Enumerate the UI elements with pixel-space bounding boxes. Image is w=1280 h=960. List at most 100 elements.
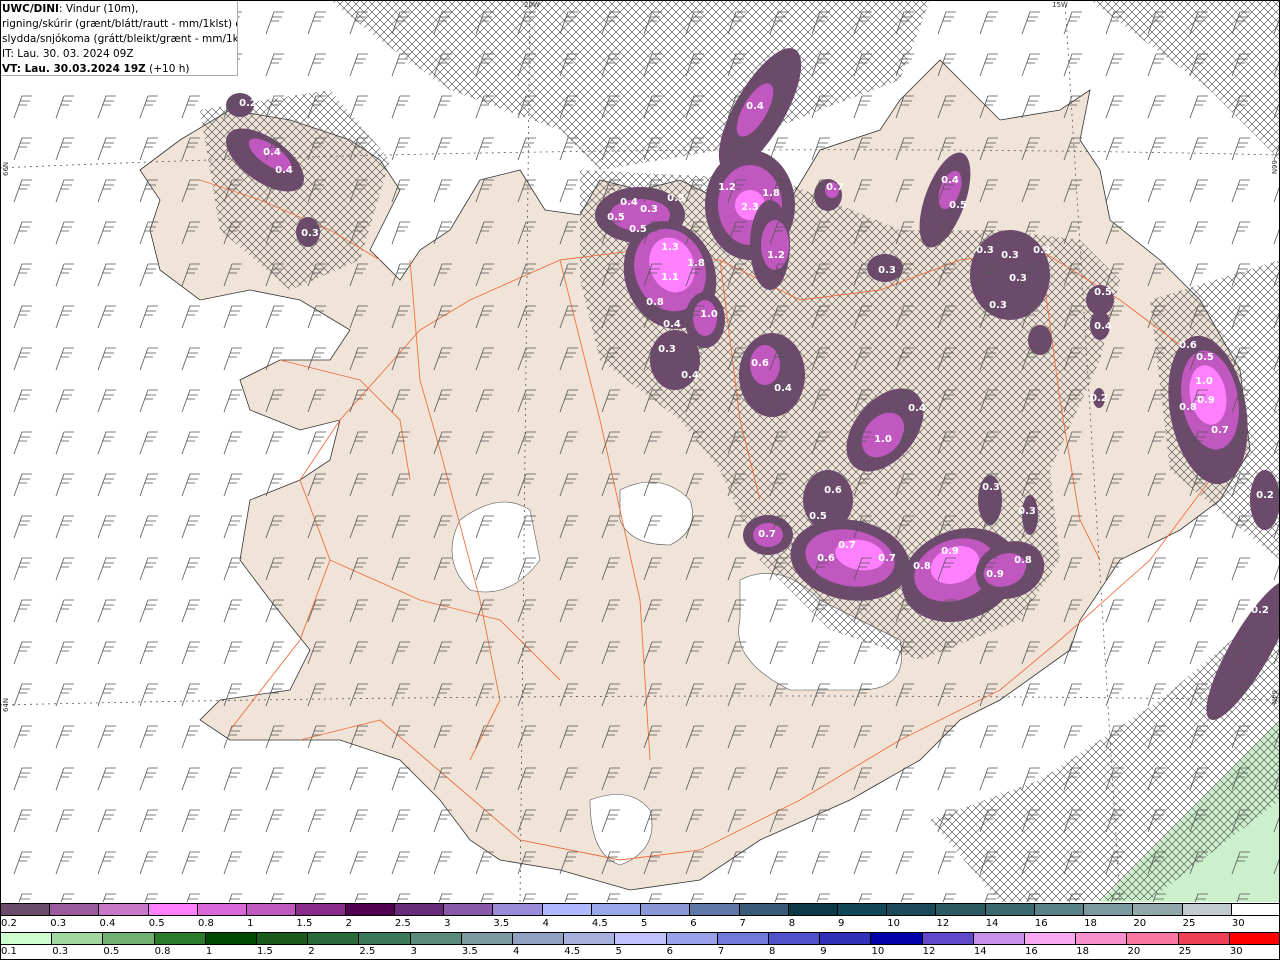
precip-value-label: 0.9 — [1197, 395, 1215, 406]
legend-snow-swatch — [1132, 903, 1183, 916]
legend-snow-label: 7 — [739, 918, 746, 929]
legend-rain-swatch — [102, 932, 155, 945]
legend-snow-swatch — [246, 903, 297, 916]
precip-value-label: 0.4 — [1094, 321, 1112, 332]
precip-value-label: 0.4 — [941, 175, 959, 186]
legend-snow-label: 9 — [837, 918, 845, 929]
precip-value-label: 0.5 — [607, 212, 625, 223]
precip-value-label: 0.4 — [263, 147, 281, 158]
legend-rain-colorbar — [0, 932, 1280, 945]
precip-value-label: 0.3 — [1001, 250, 1019, 261]
lon-label-20w: 20W — [524, 1, 540, 9]
model-name: UWC/DINI — [2, 3, 59, 15]
legend-rain-swatch — [1126, 932, 1179, 945]
precip-value-label: 0.8 — [646, 297, 664, 308]
legend-snow-swatch — [1033, 903, 1085, 916]
legend-rain-label: 4 — [513, 946, 520, 957]
legend-snow-label: 20 — [1133, 918, 1147, 929]
precip-value-label: 0.6 — [751, 358, 769, 369]
legend-rain-label: 0.8 — [154, 946, 171, 957]
precip-value-label: 0.9 — [941, 546, 959, 557]
legend-snow-label: 8 — [788, 918, 796, 929]
legend-rain-label: 1 — [205, 946, 213, 957]
legend-rain-swatch — [409, 932, 462, 945]
legend-snow-label: 0.3 — [50, 918, 67, 929]
precip-value-label: 0.5 — [1094, 287, 1112, 298]
lat-label-64n-right: 64N — [1270, 690, 1278, 704]
precip-value-label: 0.8 — [913, 561, 931, 572]
lat-label-64n-left: 64N — [2, 698, 10, 712]
legend-rain-swatch — [614, 932, 667, 945]
precip-value-label: 0.3 — [658, 344, 676, 355]
legend-snow-swatch — [393, 903, 445, 916]
legend-rain-label: 5 — [615, 946, 622, 957]
legend-rain-label: 9 — [820, 946, 827, 957]
precip-value-label: 0.3 — [301, 228, 319, 239]
precip-value-label: 0.7 — [1211, 425, 1229, 436]
legend-snow-label: 3 — [444, 918, 451, 929]
precip-value-label: 0.4 — [774, 383, 792, 394]
legend-snow-label: 5 — [641, 918, 648, 929]
precip-value-label: 0.5 — [1196, 352, 1214, 363]
legend-rain-label: 0.5 — [103, 946, 120, 957]
legend-rain-label: 20 — [1127, 946, 1141, 957]
legend-snow-swatch — [689, 903, 740, 916]
legend-rain-swatch — [563, 932, 616, 945]
precip-value-label: 0.2 — [1090, 393, 1108, 404]
legend-snow-label: 16 — [1034, 918, 1048, 929]
precip-value-label: 0.2 — [1251, 605, 1269, 616]
precip-value-label: 0.9 — [986, 569, 1004, 580]
precip-value-label: 0.3 — [878, 265, 896, 276]
precip-value-label: 0.3 — [976, 245, 994, 256]
legend-rain-swatch — [153, 932, 206, 945]
precip-value-label: 0.3 — [1033, 245, 1051, 256]
lead-time: (+10 h) — [145, 63, 190, 75]
legend-snow-label: 3.5 — [493, 918, 510, 929]
precip-value-label: 1.8 — [687, 258, 705, 269]
legend-rain-swatch — [460, 932, 514, 945]
legend-rain-swatch — [51, 932, 104, 945]
precip-value-label: 0.7 — [758, 529, 776, 540]
wind-barbs — [0, 0, 1280, 902]
legend-snow-swatch — [344, 903, 395, 916]
legend-snow-label: 1 — [247, 918, 254, 929]
legend-rain-label: 16 — [1025, 946, 1038, 957]
precip-value-label: 0.8 — [1014, 555, 1032, 566]
legend-rain-swatch — [1024, 932, 1077, 945]
legend-rain-swatch — [716, 932, 770, 945]
legend-snow-swatch — [1230, 903, 1280, 916]
lat-label-66n-left: 66N — [2, 162, 10, 176]
legend-snow-swatch — [0, 903, 51, 916]
legend-snow-swatch — [98, 903, 149, 916]
precip-value-label: 1.3 — [661, 242, 679, 253]
precip-value-label: 0.3 — [640, 204, 658, 215]
precip-value-label: 0.4 — [908, 403, 926, 414]
precip-value-label: 0.5 — [629, 224, 647, 235]
legend-snow-swatch — [640, 903, 691, 916]
legend-rain-label: 10 — [871, 946, 885, 957]
lat-label-66n-right: 66N — [1270, 160, 1278, 174]
precip-value-label: 0.5 — [667, 193, 685, 204]
legend-snow-swatch — [1181, 903, 1232, 916]
precip-value-label: 0.6 — [817, 553, 835, 564]
legend-snow-swatch — [886, 903, 937, 916]
legend-rain-label: 2 — [308, 946, 315, 957]
legend-snow-swatch — [541, 903, 592, 916]
legend-rain-label: 1.5 — [257, 946, 273, 957]
precip-value-label: 0.2 — [239, 98, 257, 109]
precip-value-label: 0.4 — [663, 319, 681, 330]
legend-rain-label: 18 — [1076, 946, 1089, 957]
precip-value-label: 0.7 — [826, 182, 844, 193]
weather-map[interactable]: 0.20.40.40.30.41.21.82.31.20.40.30.50.50… — [0, 0, 1280, 902]
precip-value-label: 1.8 — [762, 188, 780, 199]
legend-snow-label: 14 — [985, 918, 999, 929]
precip-value-label: 0.8 — [1179, 402, 1197, 413]
precip-value-label: 0.6 — [1179, 340, 1197, 351]
legend-rain-swatch — [204, 932, 258, 945]
precip-value-label: 1.2 — [718, 182, 736, 193]
legend-rain-label: 6 — [666, 946, 674, 957]
legend-snow-label: 2.5 — [394, 918, 411, 929]
legend-snow-label: 0.5 — [148, 918, 165, 929]
precip-value-label: 0.4 — [681, 370, 699, 381]
legend-snow-swatch — [836, 903, 888, 916]
